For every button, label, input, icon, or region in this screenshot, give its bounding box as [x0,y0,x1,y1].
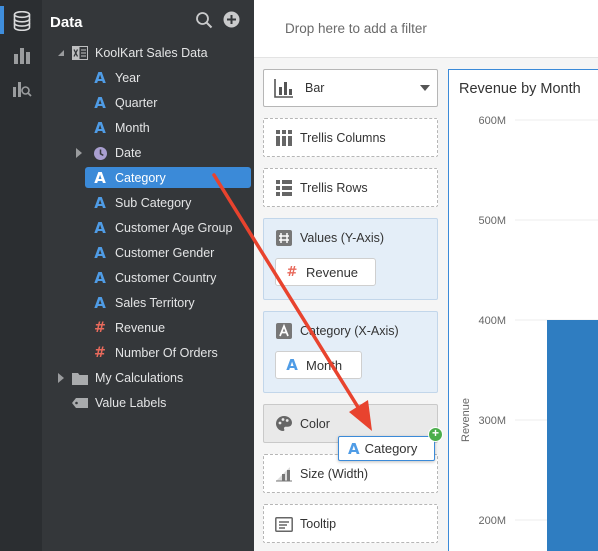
tag-icon [72,395,88,411]
tree-item-customer-country[interactable]: A Customer Country [92,268,216,288]
rail-active-indicator [0,6,4,34]
tree-item-customer-age-group[interactable]: A Customer Age Group [92,218,232,238]
tooltip-icon [274,514,294,534]
palette-icon [274,414,294,434]
add-plus-icon: + [428,427,443,442]
bar-chart-icon[interactable] [9,42,35,68]
tree-item-label: Customer Country [115,271,217,285]
bar[interactable] [547,320,598,551]
tree-item-date[interactable]: Date [92,143,141,163]
trellis-columns-label: Trellis Columns [300,131,386,145]
tree-root-label: KoolKart Sales Data [95,46,208,60]
tree-item-label: Year [115,71,141,85]
folder-icon [72,370,88,386]
tree-item-value-labels[interactable]: Value Labels [72,393,166,413]
values-label: Values (Y-Axis) [300,231,385,245]
collapse-caret-icon[interactable] [56,48,66,58]
tree-item-category[interactable]: A Category [85,167,251,188]
tree-item-sales-territory[interactable]: A Sales Territory [92,293,195,313]
size-label: Size (Width) [300,467,369,481]
tree-item-quarter[interactable]: A Quarter [92,93,157,113]
add-icon[interactable] [223,11,241,29]
tree-item-label: Revenue [115,321,166,335]
measure-icon: # [94,320,106,336]
measure-icon: # [94,345,106,361]
chart-type-label: Bar [305,81,325,95]
tree-item-label: Number Of Orders [115,346,218,360]
attribute-icon: A [94,94,106,112]
y-tick-label: 500M [478,215,506,227]
dragged-category-pill[interactable]: A Category [338,436,435,461]
analytics-search-icon[interactable] [9,76,35,102]
bar-chart-icon [274,78,294,98]
tree-item-my-calculations[interactable]: My Calculations [72,368,183,388]
attribute-icon: A [94,119,106,137]
month-pill-label: Month [306,357,343,373]
tree-root-koolkart[interactable]: KoolKart Sales Data [72,43,208,63]
attribute-icon: A [94,168,106,187]
tree-item-label: Date [115,146,142,160]
y-tick-label: 600M [478,115,506,127]
measure-icon: # [286,264,298,280]
tree-item-label: Value Labels [95,396,167,410]
size-icon [274,464,294,484]
filter-drop-zone[interactable]: Drop here to add a filter [254,0,598,58]
tooltip-zone[interactable]: Tooltip [263,504,438,543]
tree-item-year[interactable]: A Year [92,68,140,88]
tree-item-label: Sales Territory [115,296,195,310]
attribute-icon: A [286,356,298,374]
attribute-icon: A [94,294,106,312]
y-tick-label: 200M [478,515,506,527]
tree-item-customer-gender[interactable]: A Customer Gender [92,243,214,263]
tooltip-label: Tooltip [300,517,337,531]
y-tick-label: 400M [478,315,506,327]
category-label: Category (X-Axis) [300,324,399,338]
tree-item-label: Quarter [115,96,158,110]
month-pill[interactable]: A Month [275,351,362,379]
attribute-icon: A [94,194,106,212]
tree-item-label: Customer Age Group [115,221,233,235]
attribute-icon: A [94,219,106,237]
excel-file-icon [72,45,88,61]
chevron-down-icon [420,85,430,91]
tree-item-label: Category [115,170,166,185]
bar-chart: 600M 500M 400M 300M 200M Revenue [460,115,598,551]
revenue-pill-label: Revenue [306,264,359,280]
tree-item-revenue[interactable]: # Revenue [92,318,165,338]
tree-item-month[interactable]: A Month [92,118,150,138]
y-axis-label: Revenue [460,398,472,442]
color-label: Color [300,417,330,431]
attribute-icon: A [94,269,106,287]
attribute-icon [274,321,294,341]
database-icon[interactable] [9,8,35,34]
attribute-icon: A [94,244,106,262]
trellis-columns-icon [274,128,294,148]
expand-caret-icon[interactable] [74,148,84,158]
dragged-pill-label: Category [364,441,418,456]
tree-item-number-of-orders[interactable]: # Number Of Orders [92,343,218,363]
trellis-rows-label: Trellis Rows [300,181,368,195]
revenue-pill[interactable]: # Revenue [275,258,376,286]
chart-type-select[interactable]: Bar [263,69,438,107]
attribute-icon: A [348,439,360,458]
trellis-rows-zone[interactable]: Trellis Rows [263,168,438,207]
measure-icon [274,228,294,248]
chart-area[interactable]: Revenue by Month 600M 500M 400M 300M 200M Rev… [448,69,598,551]
expand-caret-icon[interactable] [56,373,66,383]
search-icon[interactable] [195,11,213,29]
data-panel-title: Data [50,14,83,31]
tree-item-label: Sub Category [115,196,192,210]
trellis-rows-icon [274,178,294,198]
attribute-icon: A [94,69,106,87]
trellis-columns-zone[interactable]: Trellis Columns [263,118,438,157]
tree-item-label: Month [115,121,150,135]
y-tick-label: 300M [478,415,506,427]
icon-rail [0,0,42,551]
tree-item-label: My Calculations [95,371,184,385]
tree-item-label: Customer Gender [115,246,215,260]
tree-item-sub-category[interactable]: A Sub Category [92,193,191,213]
filter-placeholder: Drop here to add a filter [285,21,427,36]
clock-icon [92,145,108,161]
